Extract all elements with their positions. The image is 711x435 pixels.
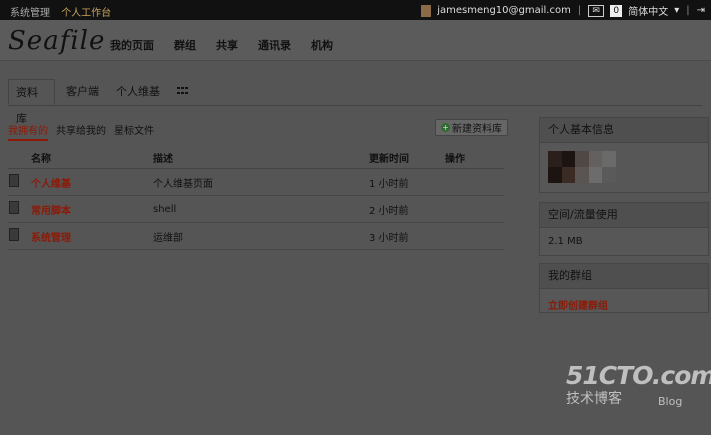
avatar[interactable] <box>421 4 432 17</box>
language-selector[interactable]: 简体中文 <box>628 3 668 18</box>
column-description: 描述 <box>152 146 368 169</box>
library-updated: 1 小时前 <box>368 168 444 196</box>
table-row[interactable]: 常用脚本 shell 2 小时前 <box>8 195 504 223</box>
unread-count[interactable]: 0 <box>610 4 623 17</box>
library-name[interactable]: 常用脚本 <box>30 195 152 223</box>
system-admin-link[interactable]: 系统管理 <box>10 8 50 19</box>
nav-organization[interactable]: 机构 <box>311 37 333 53</box>
library-name[interactable]: 个人维基 <box>30 168 152 196</box>
usage-value: 2.1 MB <box>548 236 583 247</box>
main-nav: 我的页面 群组 共享 通讯录 机构 <box>110 37 333 53</box>
library-icon <box>9 228 19 241</box>
column-actions: 操作 <box>444 146 504 169</box>
grid-icon[interactable] <box>177 87 188 96</box>
table-header: 名称 描述 更新时间 操作 <box>8 146 504 169</box>
filter-shared[interactable]: 共享给我的 <box>56 122 106 141</box>
tab-personal-wiki[interactable]: 个人维基 <box>109 79 167 105</box>
profile-title: 个人基本信息 <box>540 118 708 143</box>
filter-mine[interactable]: 我拥有的 <box>8 122 48 141</box>
tab-libraries[interactable]: 资料库 <box>8 79 55 125</box>
column-updated[interactable]: 更新时间 <box>368 146 444 169</box>
library-table: 名称 描述 更新时间 操作 个人维基 个人维基页面 1 小时前 常用脚本 she… <box>8 146 504 250</box>
logo[interactable]: Seafile <box>8 26 105 56</box>
new-library-label: 新建资料库 <box>452 124 502 135</box>
library-updated: 3 小时前 <box>368 222 444 250</box>
library-actions <box>444 222 504 250</box>
nav-share[interactable]: 共享 <box>216 37 238 53</box>
watermark-line3: Blog <box>658 395 683 408</box>
icon-column <box>8 146 30 169</box>
column-name[interactable]: 名称 <box>30 146 152 169</box>
watermark-line1: 51CTO.com <box>566 361 711 390</box>
user-area: jamesmeng10@gmail.com | ✉ 0 简体中文 ▾ | ⇥ <box>421 3 705 18</box>
library-actions <box>444 168 504 196</box>
watermark: 51CTO.com 技术博客 Blog <box>566 361 711 408</box>
chevron-down-icon: ▾ <box>674 5 680 16</box>
library-actions <box>444 195 504 223</box>
library-icon <box>9 174 19 187</box>
message-icon[interactable]: ✉ <box>588 4 605 17</box>
user-email[interactable]: jamesmeng10@gmail.com <box>437 5 571 16</box>
usage-title: 空间/流量使用 <box>540 203 708 228</box>
tab-clients[interactable]: 客户端 <box>59 79 106 105</box>
library-updated: 2 小时前 <box>368 195 444 223</box>
groups-panel: 我的群组 立即创建群组 <box>539 263 709 313</box>
workspace-link[interactable]: 个人工作台 <box>61 8 111 19</box>
table-row[interactable]: 系统管理 运维部 3 小时前 <box>8 222 504 250</box>
profile-photo[interactable] <box>548 151 616 183</box>
groups-title: 我的群组 <box>540 264 708 289</box>
usage-panel: 空间/流量使用 2.1 MB <box>539 202 709 256</box>
library-icon <box>9 201 19 214</box>
logout-icon[interactable]: ⇥ <box>697 5 705 16</box>
header: Seafile 我的页面 群组 共享 通讯录 机构 <box>0 20 711 61</box>
top-bar: 系统管理 个人工作台 jamesmeng10@gmail.com | ✉ 0 简… <box>0 0 711 20</box>
create-group-link[interactable]: 立即创建群组 <box>540 289 708 320</box>
table-row[interactable]: 个人维基 个人维基页面 1 小时前 <box>8 168 504 196</box>
watermark-line2: 技术博客 <box>566 391 622 407</box>
separator: | <box>577 5 582 16</box>
nav-contacts[interactable]: 通讯录 <box>258 37 291 53</box>
profile-body <box>540 143 708 191</box>
plus-icon: + <box>441 123 450 132</box>
library-name[interactable]: 系统管理 <box>30 222 152 250</box>
separator: | <box>686 5 690 16</box>
filter-starred[interactable]: 星标文件 <box>114 122 154 141</box>
nav-groups[interactable]: 群组 <box>174 37 196 53</box>
library-description: shell <box>152 195 368 223</box>
profile-panel: 个人基本信息 <box>539 117 709 193</box>
nav-my-page[interactable]: 我的页面 <box>110 37 154 53</box>
top-links: 系统管理 个人工作台 <box>10 4 119 19</box>
tab-bar: 资料库 客户端 个人维基 <box>8 79 702 125</box>
library-description: 个人维基页面 <box>152 168 368 196</box>
new-library-button[interactable]: + 新建资料库 <box>435 119 508 136</box>
library-description: 运维部 <box>152 222 368 250</box>
library-filters: 我拥有的 共享给我的 星标文件 <box>8 122 154 141</box>
